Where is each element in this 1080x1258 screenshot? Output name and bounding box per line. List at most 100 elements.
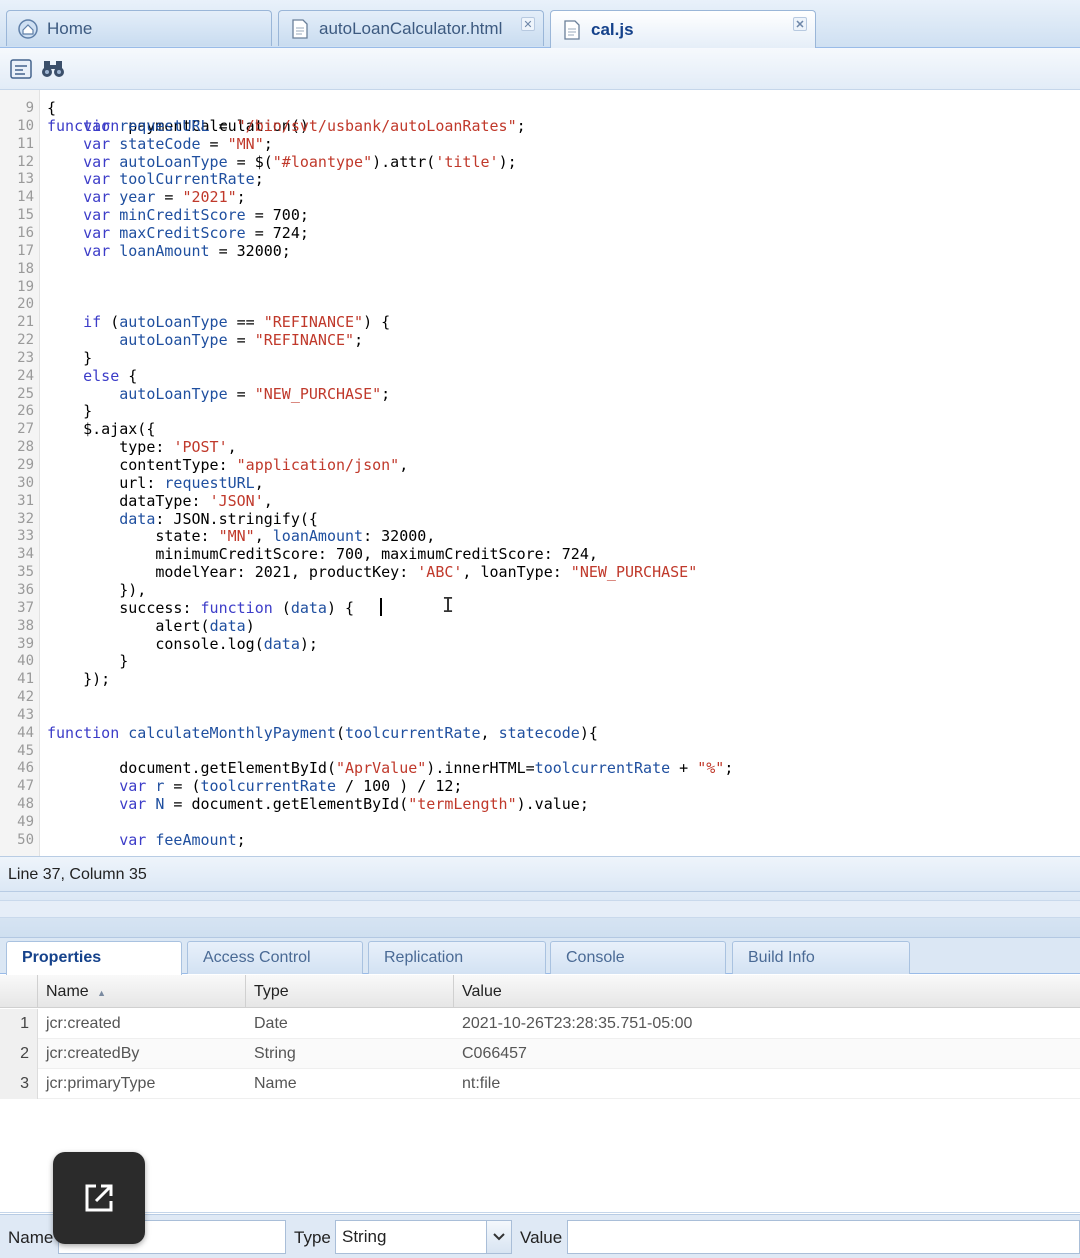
table-row[interactable]: 3 jcr:primaryType Name nt:file <box>0 1069 1080 1099</box>
code-text: alert(data) <box>47 616 255 635</box>
open-external-button[interactable] <box>53 1152 145 1244</box>
code-line: 18 <box>0 260 1080 278</box>
table-row[interactable]: 1 jcr:created Date 2021-10-26T23:28:35.751-… <box>0 1009 1080 1039</box>
cell-type: Date <box>254 1015 288 1032</box>
line-number: 32 <box>17 510 34 527</box>
code-line: 11 var stateCode = "MN"; <box>0 135 1080 153</box>
editor-toolbar <box>0 48 1080 90</box>
code-line: 46 document.getElementById("AprValue").i… <box>0 759 1080 777</box>
line-number: 49 <box>17 814 34 830</box>
code-text: contentType: "application/json", <box>47 456 409 474</box>
cell-type: String <box>254 1045 296 1062</box>
code-line: 27 $.ajax({ <box>0 420 1080 438</box>
code-line: 32 data: JSON.stringify({ <box>0 510 1080 528</box>
line-number: 50 <box>17 831 34 848</box>
code-text: } <box>47 348 93 367</box>
code-text: } <box>47 652 129 671</box>
line-number: 43 <box>17 706 34 723</box>
line-number: 14 <box>17 189 34 206</box>
code-line: 28 type: 'POST', <box>0 438 1080 456</box>
cell-name: jcr:primaryType <box>46 1075 156 1092</box>
code-text: var requestURL = "/bin/svt/usbank/autoLo… <box>83 116 526 135</box>
column-header-value[interactable]: Value <box>454 975 1080 1008</box>
add-property-form: Name Type String Value <box>0 1214 1080 1258</box>
text-cursor <box>380 598 382 616</box>
code-line: 26 } <box>0 402 1080 420</box>
code-line: 34 minimumCreditScore: 700, maximumCredi… <box>0 545 1080 563</box>
tab-label: Home <box>47 18 93 38</box>
row-number: 2 <box>0 1039 38 1069</box>
line-number: 21 <box>17 314 34 331</box>
line-number: 35 <box>17 564 34 581</box>
tab-access-control[interactable]: Access Control <box>187 941 363 974</box>
table-row[interactable]: 2 jcr:createdBy String C066457 <box>0 1039 1080 1069</box>
properties-grid: Name ▲ Type Value 1 jcr:created Date 2021-1… <box>0 975 1080 1213</box>
close-icon[interactable]: ✕ <box>793 17 807 31</box>
find-binoculars-icon[interactable] <box>40 56 66 82</box>
open-external-icon <box>85 1184 113 1212</box>
code-text: var stateCode = "MN"; <box>83 134 273 153</box>
code-line: 31 dataType: 'JSON', <box>0 492 1080 510</box>
code-text: autoLoanType = "REFINANCE"; <box>119 331 364 350</box>
code-editor[interactable]: function paymentCalculation() 9{10 var r… <box>0 90 1080 856</box>
code-text: var feeAmount; <box>119 830 246 849</box>
code-text: document.getElementById("AprValue").inne… <box>47 759 734 778</box>
value-field[interactable] <box>567 1220 1080 1254</box>
tab-home[interactable]: Home <box>6 10 272 46</box>
code-line: 14 var year = "2021"; <box>0 188 1080 206</box>
code-line: 38 alert(data) <box>0 617 1080 635</box>
cell-name: jcr:createdBy <box>46 1045 140 1062</box>
name-label: Name <box>8 1228 54 1247</box>
line-number: 47 <box>17 778 34 795</box>
type-select[interactable]: String <box>335 1220 487 1254</box>
code-text: var N = document.getElementById("termLen… <box>119 795 589 814</box>
line-number: 9 <box>25 100 34 116</box>
panel-splitter[interactable] <box>0 892 1080 938</box>
code-text: else { <box>83 366 138 385</box>
code-text: var loanAmount = 32000; <box>83 241 291 260</box>
code-text: function calculateMonthlyPayment(toolcur… <box>47 723 598 742</box>
code-line: 23 } <box>0 349 1080 367</box>
tab-cal-js[interactable]: cal.js ✕ <box>550 10 816 48</box>
value-label: Value <box>520 1228 563 1247</box>
row-number-header <box>0 975 38 1008</box>
chevron-down-icon[interactable] <box>486 1220 512 1254</box>
line-number: 42 <box>17 689 34 706</box>
type-label: Type <box>294 1228 331 1247</box>
tab-autoloancalculator-html[interactable]: autoLoanCalculator.html ✕ <box>278 10 544 46</box>
line-number: 30 <box>17 474 34 491</box>
code-line: 20 <box>0 295 1080 313</box>
line-number: 13 <box>17 171 34 188</box>
tab-build-info[interactable]: Build Info <box>732 941 910 974</box>
code-line: 12 var autoLoanType = $("#loantype").att… <box>0 153 1080 171</box>
cell-value: 2021-10-26T23:28:35.751-05:00 <box>462 1015 693 1032</box>
column-header-type[interactable]: Type <box>246 975 454 1008</box>
tab-properties[interactable]: Properties <box>6 941 182 975</box>
tab-replication[interactable]: Replication <box>368 941 546 974</box>
sort-ascending-icon: ▲ <box>97 988 107 998</box>
cell-value: C066457 <box>462 1045 527 1062</box>
code-line: 42 <box>0 688 1080 706</box>
code-line: 44 function calculateMonthlyPayment(toolc… <box>0 724 1080 742</box>
format-code-icon[interactable] <box>8 56 34 82</box>
code-line: 30 url: requestURL, <box>0 474 1080 492</box>
code-text: var year = "2021"; <box>83 188 246 207</box>
file-icon <box>561 19 583 41</box>
code-line: 22 autoLoanType = "REFINANCE"; <box>0 331 1080 349</box>
row-number: 3 <box>0 1069 38 1099</box>
code-line: 47 var r = (toolcurrentRate / 100 ) / 12… <box>0 777 1080 795</box>
column-header-name[interactable]: Name ▲ <box>38 975 246 1008</box>
code-text: success: function (data) { <box>47 598 355 617</box>
code-line: 48 var N = document.getElementById("term… <box>0 795 1080 813</box>
tab-console[interactable]: Console <box>550 941 726 974</box>
line-number: 31 <box>17 492 34 509</box>
close-icon[interactable]: ✕ <box>521 17 535 31</box>
code-line: 45 <box>0 742 1080 760</box>
line-number: 18 <box>17 260 34 277</box>
code-text: dataType: 'JSON', <box>47 491 273 510</box>
line-number: 24 <box>17 367 34 384</box>
mouse-ibeam-icon: I <box>442 593 455 617</box>
code-text: autoLoanType = "NEW_PURCHASE"; <box>119 384 391 403</box>
line-number: 39 <box>17 635 34 652</box>
line-number: 11 <box>17 135 34 152</box>
